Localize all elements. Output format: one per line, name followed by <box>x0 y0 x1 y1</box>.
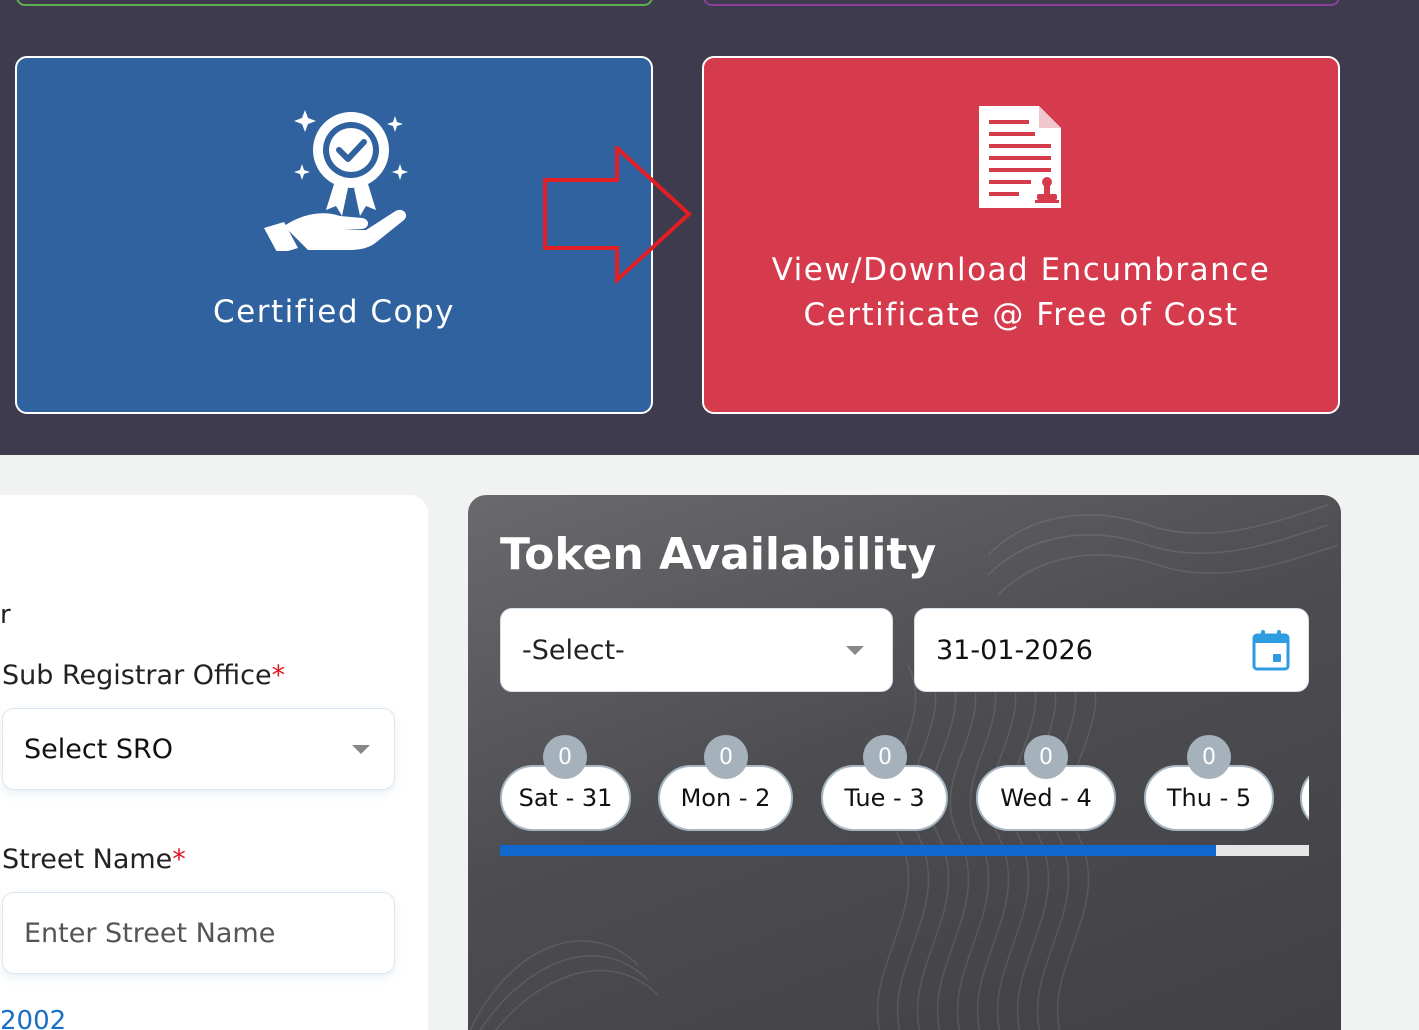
token-select-value: -Select- <box>522 634 625 666</box>
day-strip-scrollbar[interactable] <box>500 845 1309 856</box>
required-mark: * <box>172 844 186 875</box>
encumbrance-certificate-tile[interactable]: View/Download Encumbrance Certificate @ … <box>702 56 1340 414</box>
street-name-label-text: Street Name <box>2 844 173 875</box>
scrollbar-thumb[interactable] <box>500 845 1216 856</box>
required-mark: * <box>271 660 286 691</box>
stamped-document-icon <box>979 106 1061 208</box>
token-count-badge: 0 <box>1187 735 1231 779</box>
pointer-arrow-icon <box>543 146 692 285</box>
encumbrance-label-line2: Certificate @ Free of Cost <box>803 297 1239 333</box>
sro-select-value: Select SRO <box>24 733 174 765</box>
chevron-down-icon <box>846 646 864 655</box>
award-in-hand-icon <box>264 110 408 251</box>
service-tile-partial[interactable] <box>16 0 653 6</box>
token-availability-card: Token Availability -Select- 31-01-2026 S… <box>468 495 1341 1030</box>
certified-copy-label: Certified Copy <box>213 294 455 330</box>
services-band: Certified Copy View/Download Encumbrance… <box>0 0 1419 455</box>
chevron-down-icon <box>352 745 370 754</box>
service-tile-partial[interactable] <box>703 0 1340 6</box>
encumbrance-label: View/Download Encumbrance Certificate @ … <box>704 248 1338 338</box>
token-count-badge: 0 <box>1024 735 1068 779</box>
partial-label: r <box>0 600 11 630</box>
token-count-badge: 0 <box>704 735 748 779</box>
token-count-badge: 0 <box>863 735 907 779</box>
calendar-icon[interactable] <box>1252 629 1290 671</box>
token-date-value: 31-01-2026 <box>936 634 1093 666</box>
token-availability-title: Token Availability <box>500 529 937 580</box>
encumbrance-label-line1: View/Download Encumbrance <box>771 252 1271 288</box>
day-pill-partial[interactable] <box>1300 765 1309 831</box>
street-name-label: Street Name* <box>2 844 186 875</box>
sro-label: Sub Registrar Office* <box>2 660 285 691</box>
token-date-input[interactable]: 31-01-2026 <box>914 608 1309 692</box>
sro-label-text: Sub Registrar Office <box>2 660 272 691</box>
partial-link[interactable]: 2002 <box>0 1006 66 1030</box>
street-name-placeholder: Enter Street Name <box>24 917 276 949</box>
token-office-select[interactable]: -Select- <box>500 608 893 692</box>
token-count-badge: 0 <box>543 735 587 779</box>
sro-select[interactable]: Select SRO <box>2 708 395 790</box>
street-name-input[interactable]: Enter Street Name <box>2 892 395 974</box>
token-day-strip[interactable]: Sat - 31 0 Mon - 2 0 Tue - 3 0 Wed - 4 0… <box>500 735 1309 835</box>
